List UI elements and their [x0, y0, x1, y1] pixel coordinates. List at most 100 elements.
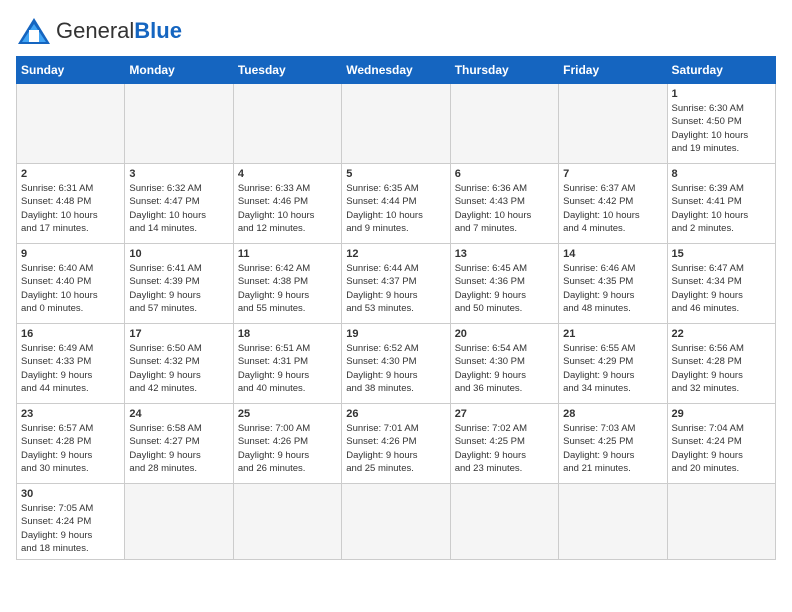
day-number: 9 [21, 248, 120, 260]
calendar-cell: 2 Sunrise: 6:31 AM Sunset: 4:48 PM Daylig… [17, 164, 125, 244]
day-info: Sunrise: 6:47 AM Sunset: 4:34 PM Dayligh… [672, 262, 771, 315]
day-number: 16 [21, 328, 120, 340]
calendar-cell: 23 Sunrise: 6:57 AM Sunset: 4:28 PM Dayli… [17, 404, 125, 484]
calendar-cell [450, 484, 558, 560]
calendar-week-row: 9 Sunrise: 6:40 AM Sunset: 4:40 PM Daylig… [17, 244, 776, 324]
calendar-cell [559, 484, 667, 560]
day-number: 18 [238, 328, 337, 340]
calendar-cell [125, 84, 233, 164]
day-number: 13 [455, 248, 554, 260]
calendar-week-row: 2 Sunrise: 6:31 AM Sunset: 4:48 PM Daylig… [17, 164, 776, 244]
calendar-cell: 25 Sunrise: 7:00 AM Sunset: 4:26 PM Dayli… [233, 404, 341, 484]
calendar-cell: 26 Sunrise: 7:01 AM Sunset: 4:26 PM Dayli… [342, 404, 450, 484]
day-info: Sunrise: 7:01 AM Sunset: 4:26 PM Dayligh… [346, 422, 445, 475]
calendar-cell: 9 Sunrise: 6:40 AM Sunset: 4:40 PM Daylig… [17, 244, 125, 324]
calendar-cell [125, 484, 233, 560]
day-number: 15 [672, 248, 771, 260]
day-number: 1 [672, 88, 771, 100]
day-info: Sunrise: 6:44 AM Sunset: 4:37 PM Dayligh… [346, 262, 445, 315]
day-info: Sunrise: 6:31 AM Sunset: 4:48 PM Dayligh… [21, 182, 120, 235]
day-info: Sunrise: 6:39 AM Sunset: 4:41 PM Dayligh… [672, 182, 771, 235]
calendar-cell: 1Sunrise: 6:30 AM Sunset: 4:50 PM Daylig… [667, 84, 775, 164]
page-header: GeneralBlue [16, 16, 776, 46]
day-number: 23 [21, 408, 120, 420]
weekday-header-wednesday: Wednesday [342, 57, 450, 84]
day-number: 17 [129, 328, 228, 340]
day-number: 27 [455, 408, 554, 420]
calendar-week-row: 30Sunrise: 7:05 AM Sunset: 4:24 PM Dayli… [17, 484, 776, 560]
day-number: 6 [455, 168, 554, 180]
calendar-cell [559, 84, 667, 164]
logo-text: GeneralBlue [56, 20, 182, 43]
weekday-header-saturday: Saturday [667, 57, 775, 84]
calendar-cell: 4 Sunrise: 6:33 AM Sunset: 4:46 PM Daylig… [233, 164, 341, 244]
day-number: 21 [563, 328, 662, 340]
calendar-cell: 28 Sunrise: 7:03 AM Sunset: 4:25 PM Dayli… [559, 404, 667, 484]
day-info: Sunrise: 6:46 AM Sunset: 4:35 PM Dayligh… [563, 262, 662, 315]
day-info: Sunrise: 6:57 AM Sunset: 4:28 PM Dayligh… [21, 422, 120, 475]
calendar-cell: 21 Sunrise: 6:55 AM Sunset: 4:29 PM Dayli… [559, 324, 667, 404]
day-info: Sunrise: 6:55 AM Sunset: 4:29 PM Dayligh… [563, 342, 662, 395]
day-number: 25 [238, 408, 337, 420]
calendar-week-row: 23 Sunrise: 6:57 AM Sunset: 4:28 PM Dayli… [17, 404, 776, 484]
calendar-cell [342, 84, 450, 164]
calendar-cell: 6 Sunrise: 6:36 AM Sunset: 4:43 PM Daylig… [450, 164, 558, 244]
day-info: Sunrise: 6:35 AM Sunset: 4:44 PM Dayligh… [346, 182, 445, 235]
day-info: Sunrise: 6:36 AM Sunset: 4:43 PM Dayligh… [455, 182, 554, 235]
day-number: 28 [563, 408, 662, 420]
day-info: Sunrise: 6:42 AM Sunset: 4:38 PM Dayligh… [238, 262, 337, 315]
day-info: Sunrise: 6:33 AM Sunset: 4:46 PM Dayligh… [238, 182, 337, 235]
logo: GeneralBlue [16, 16, 182, 46]
calendar-cell [233, 84, 341, 164]
day-number: 29 [672, 408, 771, 420]
calendar-cell [342, 484, 450, 560]
weekday-header-friday: Friday [559, 57, 667, 84]
calendar-cell: 11Sunrise: 6:42 AM Sunset: 4:38 PM Dayli… [233, 244, 341, 324]
calendar-week-row: 1Sunrise: 6:30 AM Sunset: 4:50 PM Daylig… [17, 84, 776, 164]
day-info: Sunrise: 6:58 AM Sunset: 4:27 PM Dayligh… [129, 422, 228, 475]
calendar-week-row: 16 Sunrise: 6:49 AM Sunset: 4:33 PM Dayli… [17, 324, 776, 404]
calendar-cell: 5 Sunrise: 6:35 AM Sunset: 4:44 PM Daylig… [342, 164, 450, 244]
calendar-cell [233, 484, 341, 560]
calendar-cell: 8 Sunrise: 6:39 AM Sunset: 4:41 PM Daylig… [667, 164, 775, 244]
day-number: 30 [21, 488, 120, 500]
calendar-cell: 16 Sunrise: 6:49 AM Sunset: 4:33 PM Dayli… [17, 324, 125, 404]
day-number: 26 [346, 408, 445, 420]
calendar-cell: 22Sunrise: 6:56 AM Sunset: 4:28 PM Dayli… [667, 324, 775, 404]
day-info: Sunrise: 7:02 AM Sunset: 4:25 PM Dayligh… [455, 422, 554, 475]
weekday-header-thursday: Thursday [450, 57, 558, 84]
calendar-header-row: SundayMondayTuesdayWednesdayThursdayFrid… [17, 57, 776, 84]
day-info: Sunrise: 6:40 AM Sunset: 4:40 PM Dayligh… [21, 262, 120, 315]
calendar-cell: 18 Sunrise: 6:51 AM Sunset: 4:31 PM Dayli… [233, 324, 341, 404]
day-info: Sunrise: 7:00 AM Sunset: 4:26 PM Dayligh… [238, 422, 337, 475]
day-number: 14 [563, 248, 662, 260]
calendar-cell: 12 Sunrise: 6:44 AM Sunset: 4:37 PM Dayli… [342, 244, 450, 324]
calendar-cell: 24Sunrise: 6:58 AM Sunset: 4:27 PM Dayli… [125, 404, 233, 484]
day-info: Sunrise: 6:52 AM Sunset: 4:30 PM Dayligh… [346, 342, 445, 395]
day-info: Sunrise: 6:54 AM Sunset: 4:30 PM Dayligh… [455, 342, 554, 395]
day-info: Sunrise: 6:50 AM Sunset: 4:32 PM Dayligh… [129, 342, 228, 395]
logo-icon [16, 16, 52, 46]
weekday-header-monday: Monday [125, 57, 233, 84]
day-info: Sunrise: 6:37 AM Sunset: 4:42 PM Dayligh… [563, 182, 662, 235]
day-number: 4 [238, 168, 337, 180]
calendar: SundayMondayTuesdayWednesdayThursdayFrid… [16, 56, 776, 560]
day-number: 5 [346, 168, 445, 180]
day-number: 10 [129, 248, 228, 260]
day-number: 2 [21, 168, 120, 180]
day-number: 22 [672, 328, 771, 340]
calendar-cell [450, 84, 558, 164]
calendar-cell: 14 Sunrise: 6:46 AM Sunset: 4:35 PM Dayli… [559, 244, 667, 324]
day-info: Sunrise: 7:03 AM Sunset: 4:25 PM Dayligh… [563, 422, 662, 475]
day-info: Sunrise: 6:49 AM Sunset: 4:33 PM Dayligh… [21, 342, 120, 395]
weekday-header-tuesday: Tuesday [233, 57, 341, 84]
day-info: Sunrise: 6:51 AM Sunset: 4:31 PM Dayligh… [238, 342, 337, 395]
day-info: Sunrise: 6:45 AM Sunset: 4:36 PM Dayligh… [455, 262, 554, 315]
day-number: 19 [346, 328, 445, 340]
day-number: 12 [346, 248, 445, 260]
calendar-cell: 13 Sunrise: 6:45 AM Sunset: 4:36 PM Dayli… [450, 244, 558, 324]
day-number: 7 [563, 168, 662, 180]
day-info: Sunrise: 6:32 AM Sunset: 4:47 PM Dayligh… [129, 182, 228, 235]
day-number: 8 [672, 168, 771, 180]
calendar-cell: 7 Sunrise: 6:37 AM Sunset: 4:42 PM Daylig… [559, 164, 667, 244]
